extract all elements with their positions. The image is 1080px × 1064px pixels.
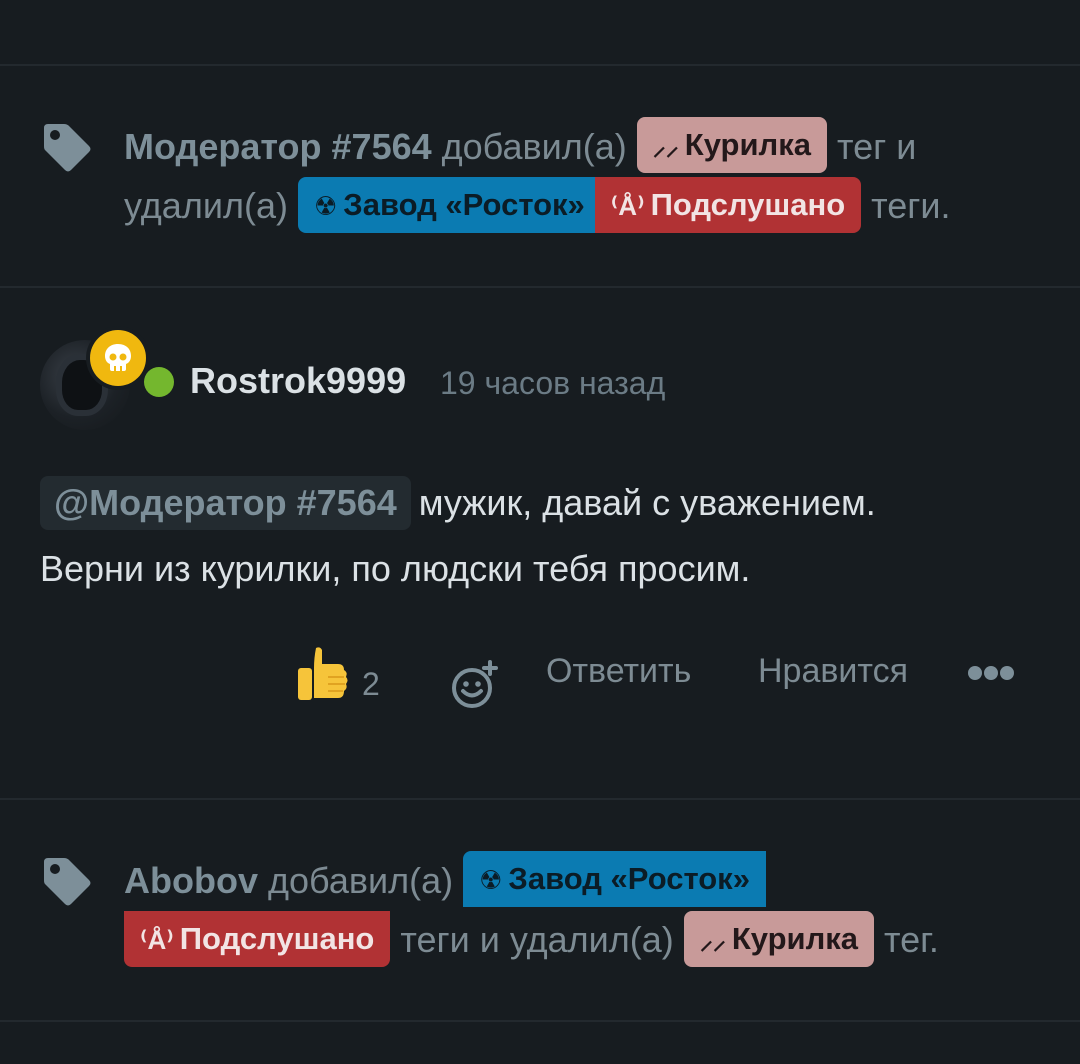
divider — [0, 798, 1080, 800]
tag-chip-podslushano[interactable]: ⁽Å⁾ Подслушано — [124, 910, 391, 967]
comment-timestamp[interactable]: 19 часов назад — [440, 358, 665, 408]
tag-chip-label: Подслушано — [179, 920, 375, 956]
tag-chip-label: Курилка — [684, 127, 811, 163]
tag-chip-zavod[interactable]: ☢ Завод «Росток» — [463, 851, 766, 908]
actor-link[interactable]: Abobov — [124, 860, 258, 901]
tag-icon — [44, 858, 91, 906]
divider — [0, 64, 1080, 66]
mention-link[interactable]: @Модератор #7564 — [40, 476, 411, 530]
thumbs-up-icon[interactable] — [294, 644, 350, 704]
tag-chip-label: Курилка — [731, 920, 859, 956]
divider — [0, 1020, 1080, 1022]
event-verb: удалил(а) — [124, 185, 288, 227]
event-text: Abobov добавил(а) ☢ Завод «Росток» ⁽Å⁾ Под… — [124, 851, 1024, 971]
username-link[interactable]: Rostrok9999 — [190, 356, 406, 406]
tag-chip-kurilka[interactable]: ⸝⸝ Курилка — [636, 117, 827, 174]
radio-tower-icon: ⁽Å⁾ — [610, 190, 645, 221]
tag-chip-kurilka[interactable]: ⸝⸝ Курилка — [683, 910, 875, 967]
cigarette-icon: ⸝⸝ — [699, 924, 726, 955]
event-verb: добавил(а) — [441, 126, 627, 167]
event-suffix: тег. — [884, 919, 939, 961]
reply-button[interactable]: Ответить — [546, 652, 691, 691]
online-status-indicator — [144, 367, 174, 397]
event-suffix: теги. — [871, 185, 951, 227]
radiation-icon: ☢ — [479, 865, 503, 896]
radio-tower-icon: ⁽Å⁾ — [140, 924, 174, 955]
comment-text-line2: Верни из курилки, по людски тебя просим. — [40, 548, 751, 589]
cigarette-icon: ⸝⸝ — [652, 131, 679, 162]
actor-link[interactable]: Модератор #7564 — [124, 126, 432, 167]
more-dots-icon[interactable] — [966, 658, 1016, 688]
skull-icon — [90, 330, 146, 386]
tag-chip-label: Подслушано — [650, 186, 846, 222]
divider — [0, 286, 1080, 288]
comment-body: @Модератор #7564 мужик, давай с уважением… — [40, 470, 1040, 602]
tag-chip-zavod[interactable]: ☢ Завод «Росток» — [297, 176, 601, 233]
comment-text-line1: мужик, давай с уважением. — [418, 482, 876, 523]
like-button[interactable]: Нравится — [758, 652, 908, 691]
event-verb: добавил(а) — [268, 860, 454, 901]
tag-chip-label: Завод «Росток» — [343, 186, 585, 222]
tag-icon — [44, 124, 91, 172]
add-reaction-icon[interactable] — [450, 660, 500, 710]
event-connector: тег и — [837, 126, 917, 167]
like-count: 2 — [362, 666, 380, 702]
event-text: Модератор #7564 добавил(а) ⸝⸝ Курилка тег… — [124, 117, 1024, 237]
tag-chip-label: Завод «Росток» — [508, 861, 750, 897]
radiation-icon: ☢ — [313, 190, 338, 221]
tag-chip-podslushano[interactable]: ⁽Å⁾ Подслушано — [594, 176, 862, 233]
event-connector: теги и удалил(а) — [400, 919, 674, 961]
feed: Модератор #7564 добавил(а) ⸝⸝ Курилка тег… — [0, 0, 1080, 1064]
comment-actions: 2 Ответить Нравится — [0, 640, 1080, 720]
